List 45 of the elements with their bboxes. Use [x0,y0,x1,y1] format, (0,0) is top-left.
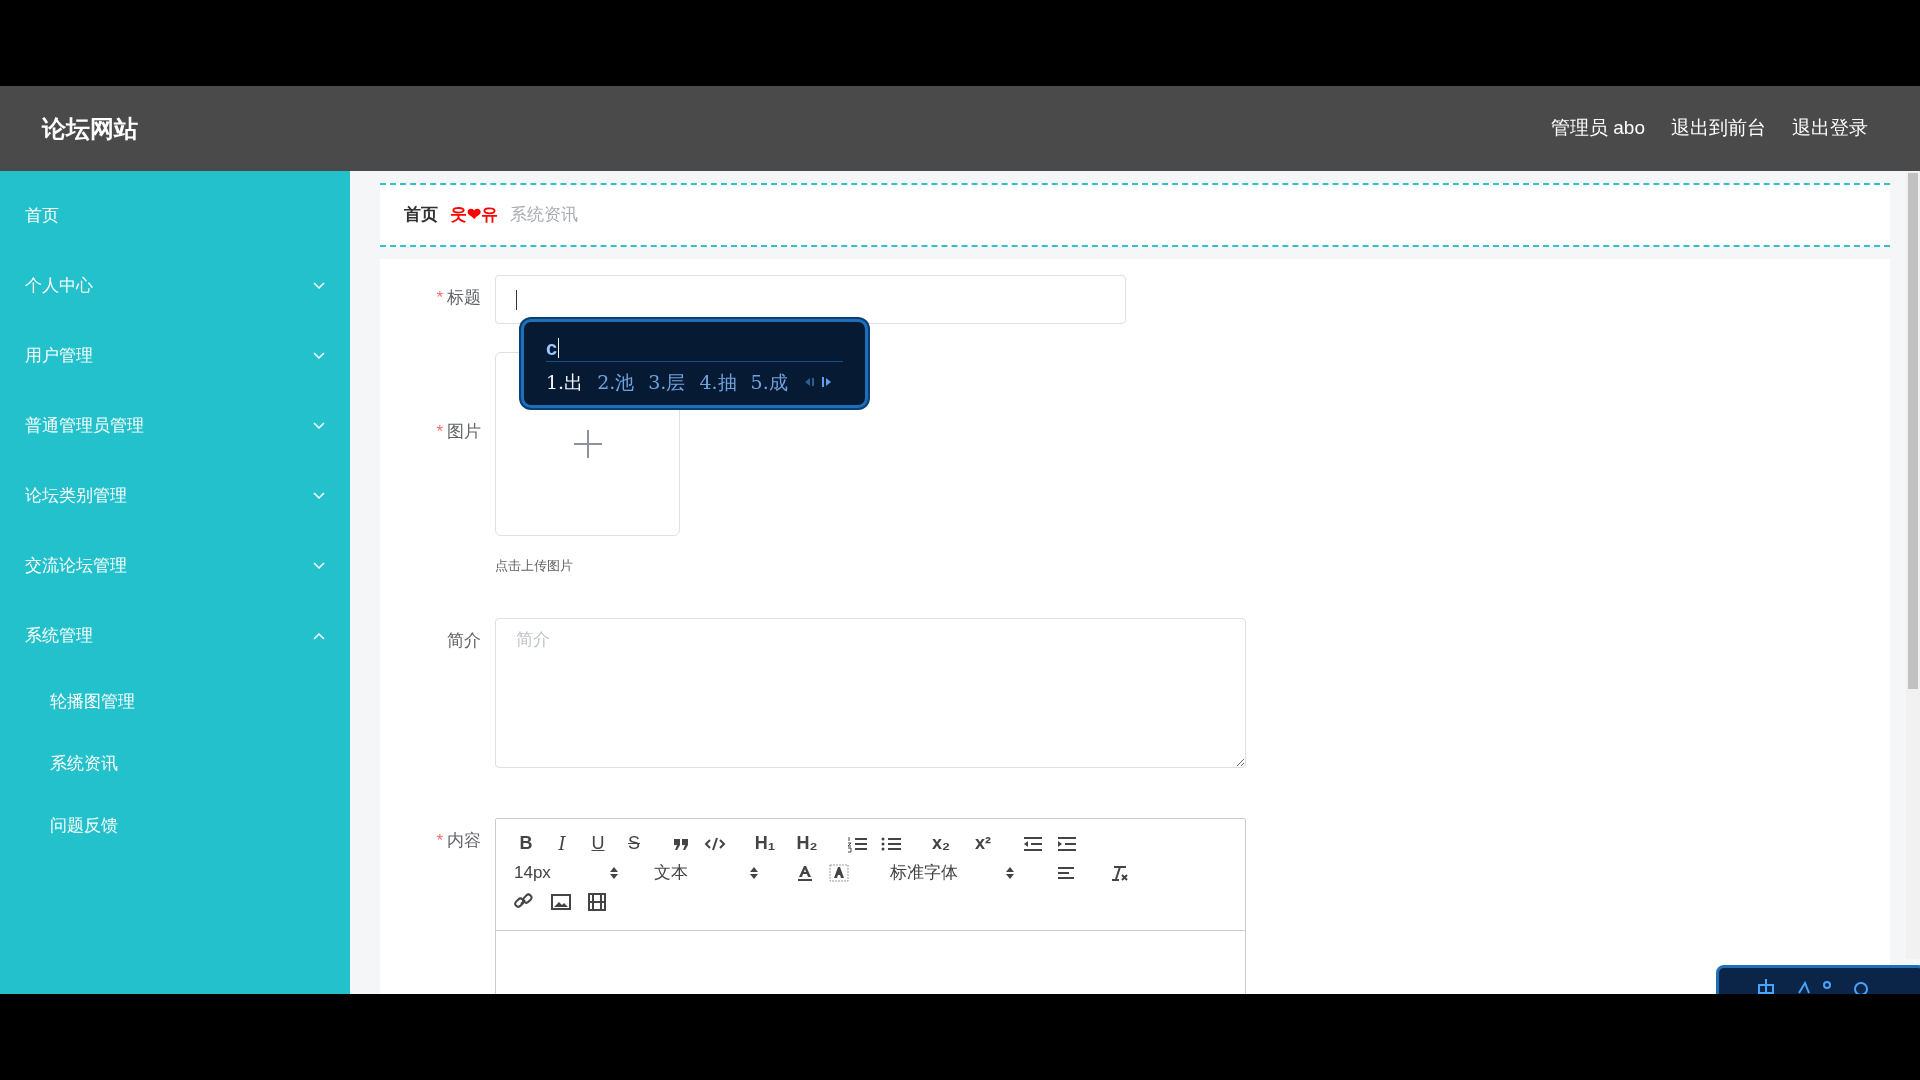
plus-icon [572,429,603,459]
superscript-button[interactable]: x² [968,832,998,855]
font-picker[interactable]: 标准字体 [890,859,958,886]
header-picker[interactable]: 文本 [654,859,688,886]
ime-candidate[interactable]: 1.出 [546,368,584,397]
ime-candidate[interactable]: 3.层 [648,368,686,397]
breadcrumb-item[interactable]: 首页 [404,202,438,228]
breadcrumb-separator: 웃❤유 [450,204,498,227]
image-icon[interactable] [550,892,572,911]
heading-2-button[interactable]: H₂ [792,832,822,855]
summary-textarea[interactable]: 简介 [495,617,1246,768]
bold-button[interactable]: B [514,832,538,855]
scrollbar-thumb[interactable] [1908,173,1918,689]
ime-candidate[interactable]: 4.抽 [699,368,737,397]
field-label: 简介 [447,629,481,652]
link-icon[interactable] [514,892,536,911]
background-color-icon[interactable] [828,863,850,882]
ordered-list-icon[interactable] [846,834,868,853]
required-mark: * [436,287,443,309]
ime-candidate[interactable]: 5.成 [750,368,788,397]
ime-candidate[interactable]: 2.池 [597,368,635,397]
dropdown-arrows-icon [750,866,758,879]
required-mark: * [436,421,443,443]
ime-composition: c [546,335,558,361]
site-title: 论坛网站 [42,113,138,144]
indent-icon[interactable] [1056,834,1078,853]
subscript-button[interactable]: x₂ [926,832,956,855]
upload-hint: 点击上传图片 [495,557,574,575]
dropdown-arrows-icon [1006,866,1014,879]
underline-button[interactable]: U [586,832,610,855]
font-size-picker[interactable]: 14px [514,859,551,886]
header-link[interactable]: 退出到前台 [1671,114,1766,143]
field-label: 图片 [447,421,481,443]
video-icon[interactable] [586,892,608,911]
required-mark: * [436,829,443,852]
outdent-icon[interactable] [1022,834,1044,853]
strikethrough-button[interactable]: S [622,832,646,855]
field-label: 内容 [447,829,481,852]
heading-1-button[interactable]: H₁ [750,832,780,855]
header-link[interactable]: 管理员 abo [1551,114,1645,143]
breadcrumb-item: 系统资讯 [510,204,578,227]
italic-button[interactable]: I [550,832,574,855]
field-label: 标题 [447,287,481,309]
dropdown-arrows-icon [610,866,618,879]
header-link[interactable]: 退出登录 [1792,114,1868,143]
